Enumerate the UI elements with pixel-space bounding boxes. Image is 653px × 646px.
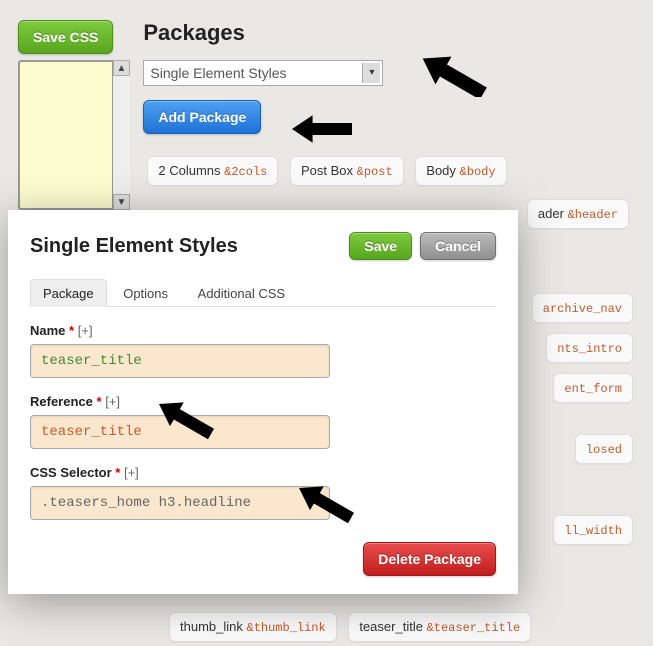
tag-closed[interactable]: losed bbox=[575, 434, 633, 464]
tag-ref: &body bbox=[460, 165, 496, 179]
tag-archive-nav[interactable]: archive_nav bbox=[532, 293, 633, 323]
tag-label: teaser_title bbox=[359, 619, 423, 634]
tag-ref: losed bbox=[586, 443, 622, 457]
scroll-down-icon[interactable]: ▼ bbox=[113, 194, 130, 210]
required-mark: * bbox=[115, 465, 120, 480]
tag-ref: ll_width bbox=[564, 524, 622, 538]
tag-ref: &teaser_title bbox=[427, 621, 521, 635]
css-selector-field[interactable] bbox=[30, 486, 330, 520]
tag-full-width[interactable]: ll_width bbox=[553, 515, 633, 545]
tag-ref: &header bbox=[568, 208, 618, 222]
delete-package-button[interactable]: Delete Package bbox=[363, 542, 496, 576]
label-text: CSS Selector bbox=[30, 465, 112, 480]
tag-label: 2 Columns bbox=[158, 163, 220, 178]
scroll-up-icon[interactable]: ▲ bbox=[113, 60, 130, 76]
tag-ref: &thumb_link bbox=[247, 621, 326, 635]
package-tags-row: 2 Columns &2cols Post Box &post Body &bo… bbox=[143, 152, 635, 190]
plus-icon[interactable]: [+] bbox=[78, 323, 93, 338]
chevron-down-icon: ▾ bbox=[362, 63, 380, 83]
css-selector-label: CSS Selector * [+] bbox=[30, 465, 496, 480]
tag-ref: nts_intro bbox=[557, 342, 622, 356]
scrollbar[interactable]: ▲ ▼ bbox=[112, 60, 130, 210]
plus-icon[interactable]: [+] bbox=[105, 394, 120, 409]
tag-ref: ent_form bbox=[564, 382, 622, 396]
save-button[interactable]: Save bbox=[349, 232, 412, 260]
tag-label: Post Box bbox=[301, 163, 353, 178]
right-partial-tags: archive_nav nts_intro ent_form losed ll_… bbox=[532, 288, 633, 550]
plus-icon[interactable]: [+] bbox=[124, 465, 139, 480]
tab-package[interactable]: Package bbox=[30, 279, 107, 307]
tag-body[interactable]: Body &body bbox=[415, 156, 506, 186]
tag-ref: archive_nav bbox=[543, 302, 622, 316]
css-editor-panel[interactable]: ▲ ▼ bbox=[18, 60, 130, 210]
tag-post-box[interactable]: Post Box &post bbox=[290, 156, 404, 186]
tag-teaser-title[interactable]: teaser_title &teaser_title bbox=[348, 612, 531, 642]
page-title: Packages bbox=[143, 20, 635, 46]
package-type-select[interactable]: Single Element Styles ▾ bbox=[143, 60, 383, 86]
tag-2-columns[interactable]: 2 Columns &2cols bbox=[147, 156, 278, 186]
save-css-button[interactable]: Save CSS bbox=[18, 20, 113, 54]
dialog-tabs: Package Options Additional CSS bbox=[30, 278, 496, 307]
label-text: Name bbox=[30, 323, 65, 338]
tag-ref: &2cols bbox=[224, 165, 267, 179]
reference-field[interactable] bbox=[30, 415, 330, 449]
required-mark: * bbox=[69, 323, 74, 338]
tag-header-partial[interactable]: ader &header bbox=[527, 199, 629, 229]
name-field[interactable] bbox=[30, 344, 330, 378]
package-editor-dialog: Single Element Styles Save Cancel Packag… bbox=[8, 210, 518, 594]
package-type-selected: Single Element Styles bbox=[150, 65, 286, 81]
label-text: Reference bbox=[30, 394, 93, 409]
tag-label: ader bbox=[538, 206, 564, 221]
tag-ents-intro[interactable]: nts_intro bbox=[546, 333, 633, 363]
tag-label: thumb_link bbox=[180, 619, 243, 634]
tag-ref: &post bbox=[357, 165, 393, 179]
reference-label: Reference * [+] bbox=[30, 394, 496, 409]
add-package-button[interactable]: Add Package bbox=[143, 100, 261, 134]
tag-thumb-link[interactable]: thumb_link &thumb_link bbox=[169, 612, 337, 642]
dialog-title: Single Element Styles bbox=[30, 235, 349, 258]
cancel-button[interactable]: Cancel bbox=[420, 232, 496, 260]
name-label: Name * [+] bbox=[30, 323, 496, 338]
tag-ent-form[interactable]: ent_form bbox=[553, 373, 633, 403]
required-mark: * bbox=[97, 394, 102, 409]
tab-additional-css[interactable]: Additional CSS bbox=[185, 279, 298, 307]
tag-label: Body bbox=[426, 163, 456, 178]
tab-options[interactable]: Options bbox=[110, 279, 181, 307]
bottom-tags: thumb_link &thumb_link teaser_title &tea… bbox=[165, 608, 535, 646]
